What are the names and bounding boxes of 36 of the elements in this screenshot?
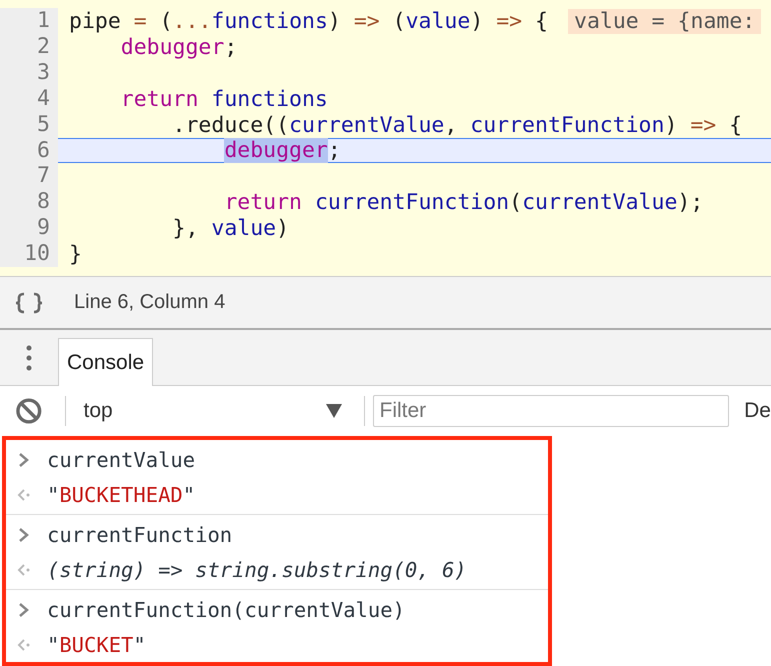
code-line: return currentFunction(currentValue);: [223, 190, 704, 214]
code-line: debugger;: [120, 34, 238, 60]
line-number: 10: [0, 241, 58, 267]
result-arrow-icon: [16, 562, 32, 576]
cursor-position: Line 6, Column 4: [74, 291, 226, 314]
code-line: }: [68, 242, 82, 266]
line-number: 4: [0, 86, 58, 112]
line-number: 9: [0, 215, 58, 241]
filter-field[interactable]: Filter: [372, 395, 730, 427]
toolbar-text: De: [744, 399, 771, 423]
line-number: 2: [0, 34, 58, 60]
code-line: }, value): [172, 216, 290, 240]
console-tab[interactable]: Console: [58, 338, 154, 386]
result-arrow-icon: [16, 638, 32, 652]
console-result-text: "BUCKETHEAD": [47, 482, 196, 506]
context-dropdown[interactable]: top: [84, 399, 342, 423]
console-command-text: currentFunction: [47, 522, 232, 546]
clear-console-icon[interactable]: [15, 397, 43, 425]
console-command-text: currentValue: [47, 448, 196, 472]
dropdown-triangle-icon: [326, 404, 342, 418]
line-number: 1: [0, 8, 58, 34]
console-command-text: currentFunction(currentValue): [47, 598, 405, 622]
line-number: 7: [0, 163, 58, 189]
line-number: 5: [0, 112, 58, 138]
console-result-text: (string) => string.substring(0, 6): [47, 558, 467, 582]
more-options-icon[interactable]: [26, 345, 32, 371]
line-number: 8: [0, 189, 58, 215]
line-number: 3: [0, 60, 58, 86]
pretty-print-icon[interactable]: [14, 292, 44, 314]
console-result-text: "BUCKET": [47, 632, 146, 656]
inline-value-hint: value = {name:: [568, 8, 762, 34]
code-line: pipe = (...functions) => (value) => {: [68, 8, 548, 34]
code-line: .reduce((currentValue, currentFunction) => {: [172, 112, 742, 138]
code-line: return functions: [120, 86, 328, 112]
result-arrow-icon: [16, 488, 32, 502]
line-number: 6: [0, 138, 58, 164]
